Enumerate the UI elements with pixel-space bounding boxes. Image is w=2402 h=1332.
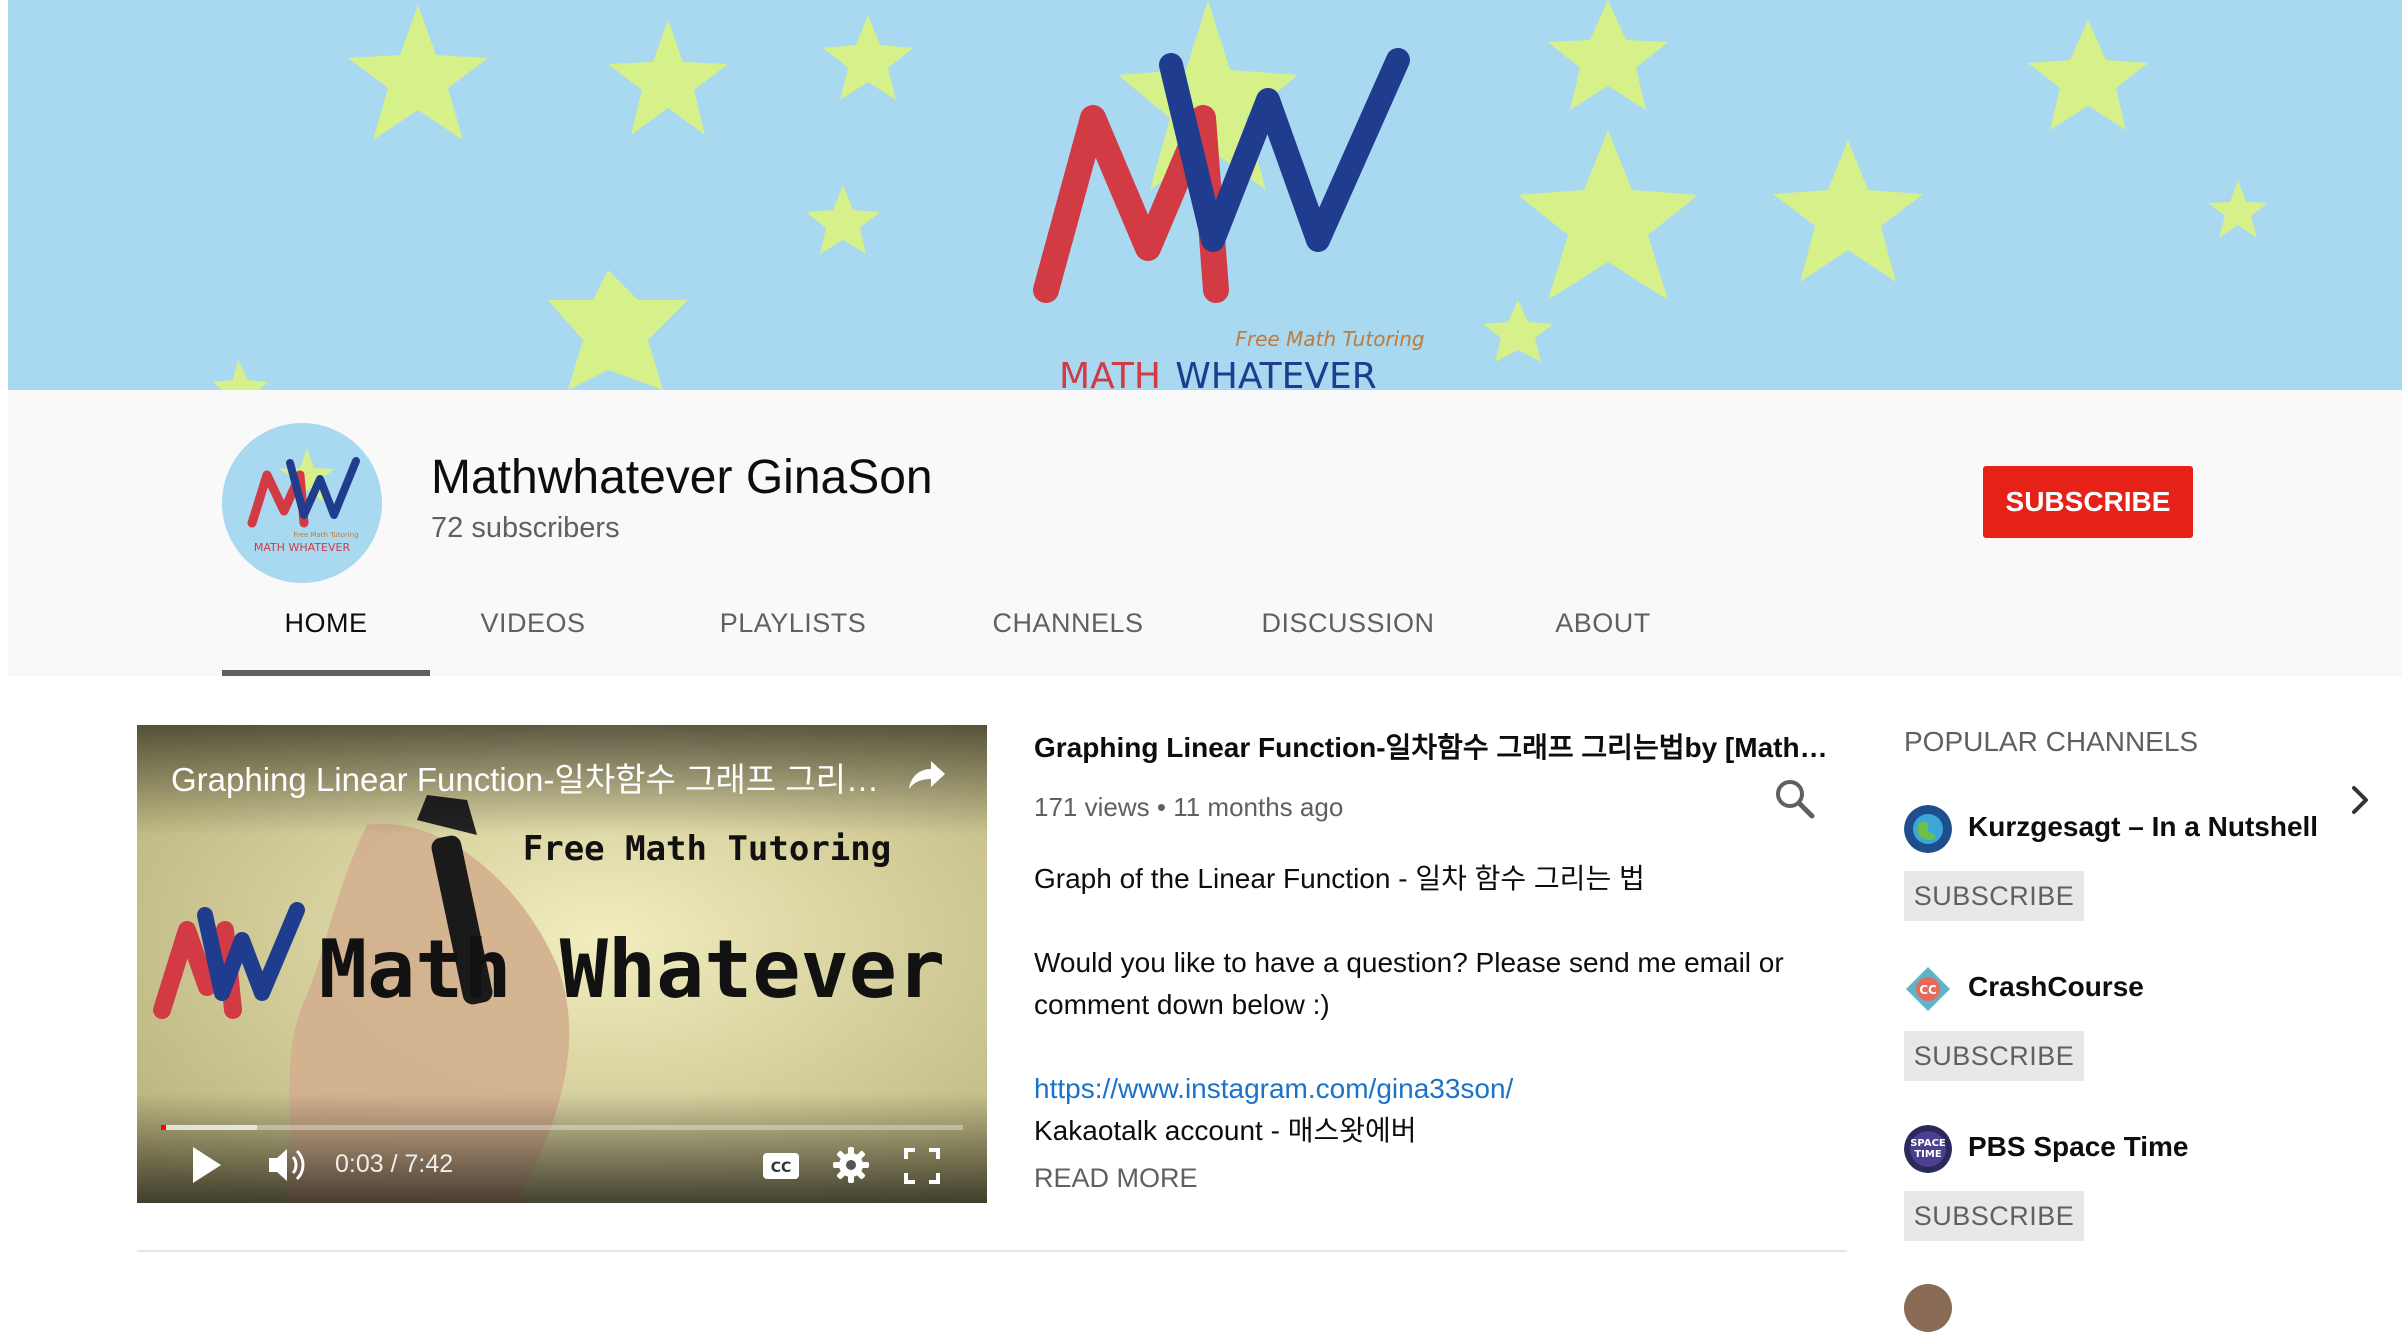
video-description: Graph of the Linear Function - 일차 함수 그리는… [1034,858,1814,1152]
tab-discussion[interactable]: DISCUSSION [1238,570,1458,676]
tab-about[interactable]: ABOUT [1508,570,1698,676]
kurzgesagt-globe-icon[interactable] [1904,805,1952,853]
description-line: Would you like to have a question? Pleas… [1034,947,1784,1020]
featured-video-player[interactable]: Free Math Tutoring Math Whatever Graphin… [137,725,987,1203]
closed-captions-icon[interactable]: CC [761,1149,801,1183]
avatar-tagline: Free Math Tutoring [293,531,358,539]
channel-name: Mathwhatever GinaSon [431,451,933,504]
read-more-link[interactable]: READ MORE [1034,1163,1198,1194]
thumbnail-brand: Math Whatever [319,923,945,1016]
thumbnail-tagline: Free Math Tutoring [523,829,891,869]
popular-channel-item: Kurzgesagt – In a Nutshell SUBSCRIBE [1904,805,2344,935]
popular-channel-subscribe-button[interactable]: SUBSCRIBE [1904,1031,2084,1081]
tab-channels[interactable]: CHANNELS [948,570,1188,676]
popular-channels-heading: POPULAR CHANNELS [1904,726,2199,757]
search-icon[interactable] [1770,774,1820,824]
fullscreen-icon[interactable] [903,1147,941,1185]
popular-channel-name[interactable]: Kurzgesagt – In a Nutshell [1968,811,2338,843]
description-line: Graph of the Linear Function - 일차 함수 그리는… [1034,863,1645,894]
tab-home[interactable]: HOME [222,570,430,676]
avatar-logo-icon: Free Math Tutoring MATH WHATEVER [222,423,382,583]
active-tab-indicator [222,670,430,676]
channel-tabs: HOME VIDEOS PLAYLISTS CHANNELS DISCUSSIO… [8,570,2402,819]
chevron-right-icon[interactable] [2338,778,2382,822]
subscribe-button[interactable]: SUBSCRIBE [1983,466,2193,538]
view-count: 171 views [1034,792,1150,822]
crashcourse-logo-icon[interactable]: CC [1904,965,1952,1013]
next-channel-avatar-icon[interactable] [1904,1284,1952,1332]
svg-text:CC: CC [1919,983,1937,997]
video-progress-bar[interactable] [161,1125,963,1130]
svg-text:SPACE: SPACE [1910,1138,1946,1149]
svg-text:TIME: TIME [1914,1149,1941,1160]
banner-brand-first: MATH [1059,356,1161,390]
tab-playlists[interactable]: PLAYLISTS [668,570,918,676]
popular-channel-subscribe-button[interactable]: SUBSCRIBE [1904,1191,2084,1241]
video-buffered-bar [161,1125,258,1130]
avatar-brand: MATH WHATEVER [254,541,351,554]
video-title-link[interactable]: Graphing Linear Function-일차함수 그래프 그리는법by… [1034,726,1834,766]
video-played-bar [161,1125,167,1130]
tab-videos[interactable]: VIDEOS [438,570,628,676]
popular-channel-name[interactable]: PBS Space Time [1968,1131,2338,1163]
subscriber-count: 72 subscribers [431,512,620,544]
volume-icon[interactable] [265,1143,309,1187]
settings-gear-icon[interactable] [831,1145,871,1185]
meta-separator: • [1156,792,1166,822]
upload-age: 11 months ago [1173,792,1344,822]
channel-banner: Free Math Tutoring MATH WHATEVER [8,0,2402,390]
video-time-readout: 0:03 / 7:42 [335,1150,454,1178]
video-overlay-title[interactable]: Graphing Linear Function-일차함수 그래프 그리는법by… [171,753,891,801]
instagram-link[interactable]: https://www.instagram.com/gina33son/ [1034,1073,1513,1104]
banner-brand-second: WHATEVER [1175,356,1377,390]
popular-channel-subscribe-button[interactable]: SUBSCRIBE [1904,871,2084,921]
banner-art: Free Math Tutoring MATH WHATEVER [213,0,2268,390]
play-icon[interactable] [187,1143,227,1187]
banner-tagline: Free Math Tutoring [1235,327,1424,351]
popular-channel-name[interactable]: CrashCourse [1968,971,2338,1003]
popular-channel-item: SPACE TIME PBS Space Time SUBSCRIBE [1904,1125,2344,1255]
description-line: Kakaotalk account - 매스왓에버 [1034,1115,1417,1146]
share-icon[interactable] [901,751,949,799]
channel-avatar[interactable]: Free Math Tutoring MATH WHATEVER [222,423,382,583]
popular-channel-item: CC CrashCourse SUBSCRIBE [1904,965,2344,1095]
section-divider [137,1250,1847,1252]
pbs-space-time-icon[interactable]: SPACE TIME [1904,1125,1952,1173]
channel-header: Free Math Tutoring MATH WHATEVER Mathwha… [8,390,2402,819]
svg-text:CC: CC [771,1160,792,1176]
video-meta: 171 views • 11 months ago [1034,792,1343,823]
